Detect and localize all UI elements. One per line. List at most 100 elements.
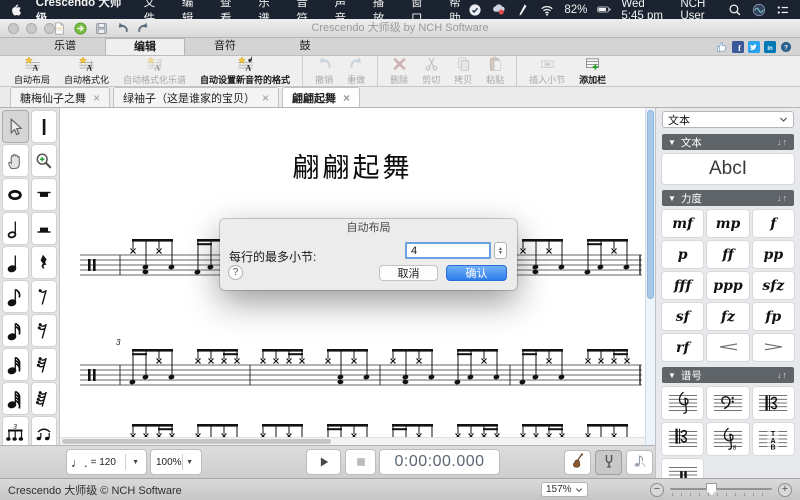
linkedin-icon[interactable]: in bbox=[764, 41, 776, 53]
toolbar-button-insert-measure[interactable]: 插入小节 bbox=[522, 56, 572, 86]
text-item-button[interactable]: AbcI bbox=[662, 154, 794, 184]
ribbon-tab-4[interactable]: 鼓 bbox=[265, 38, 345, 55]
dynamic-decrescendo-button[interactable]: > bbox=[753, 334, 794, 361]
status-pen-icon[interactable] bbox=[516, 3, 530, 17]
clef-bass-button[interactable] bbox=[707, 387, 748, 419]
tuning-button[interactable] bbox=[595, 450, 622, 475]
eighth-rest-tool[interactable] bbox=[31, 280, 58, 313]
like-icon[interactable] bbox=[716, 41, 728, 53]
zoom-in-button[interactable]: + bbox=[778, 483, 792, 497]
close-tab-icon[interactable]: × bbox=[343, 92, 350, 104]
thirtysecond-rest-tool[interactable] bbox=[31, 348, 58, 381]
dynamic-rf-button[interactable]: rf bbox=[662, 334, 703, 361]
dynamic-f-button[interactable]: f bbox=[753, 210, 794, 237]
half-rest-tool[interactable] bbox=[31, 212, 58, 245]
toolbar-button-auto-layout[interactable]: A自动布局 bbox=[7, 56, 57, 86]
select-tool[interactable] bbox=[2, 110, 29, 143]
section-move-arrows-icon[interactable]: ↓↑ bbox=[777, 137, 788, 147]
tempo-control[interactable]: ♩. = 120 ▼ bbox=[66, 449, 147, 475]
document-tab-1[interactable]: 糖梅仙子之舞× bbox=[10, 87, 110, 107]
facebook-icon[interactable]: f bbox=[732, 41, 744, 53]
zoom-slider[interactable] bbox=[670, 482, 772, 498]
ribbon-tab-3[interactable]: 音符 bbox=[185, 38, 265, 55]
twitter-icon[interactable] bbox=[748, 41, 760, 53]
eighth-note-tool[interactable] bbox=[2, 280, 29, 313]
toolbar-button-auto-format[interactable]: A自动格式化 bbox=[57, 56, 116, 86]
toolbar-button-redo[interactable]: 重做 bbox=[340, 56, 372, 86]
dialog-help-button[interactable]: ? bbox=[228, 265, 243, 280]
horizontal-scrollbar[interactable] bbox=[60, 437, 645, 445]
whole-note-tool[interactable] bbox=[2, 178, 29, 211]
value-stepper[interactable]: ▲ ▼ bbox=[494, 242, 507, 259]
clef-percussion-button[interactable] bbox=[662, 459, 703, 478]
dynamic-fz-button[interactable]: fz bbox=[707, 303, 748, 330]
new-document-icon[interactable] bbox=[52, 21, 67, 36]
sixteenth-rest-tool[interactable] bbox=[31, 314, 58, 347]
close-tab-icon[interactable]: × bbox=[262, 92, 269, 104]
confirm-button[interactable]: 确认 bbox=[446, 265, 507, 281]
close-tab-icon[interactable]: × bbox=[93, 92, 100, 104]
dynamic-ff-button[interactable]: ff bbox=[707, 241, 748, 268]
notification-center-icon[interactable] bbox=[776, 3, 790, 17]
vertical-scrollbar[interactable] bbox=[645, 108, 655, 445]
clef-tab-button[interactable]: TAB bbox=[753, 423, 794, 455]
save-document-icon[interactable] bbox=[94, 21, 109, 36]
minimize-window-button[interactable] bbox=[26, 23, 37, 34]
document-tab-3[interactable]: 翩翩起舞× bbox=[282, 87, 360, 107]
status-recording-icon[interactable] bbox=[492, 3, 506, 17]
ribbon-tab-2[interactable]: 编辑 bbox=[105, 38, 185, 55]
apple-menu-icon[interactable] bbox=[10, 2, 22, 17]
zoom-level-select[interactable]: 157% bbox=[541, 482, 588, 497]
battery-icon[interactable] bbox=[597, 3, 611, 17]
close-window-button[interactable] bbox=[8, 23, 19, 34]
horizontal-scrollbar-thumb[interactable] bbox=[62, 439, 331, 444]
playback-speed-control[interactable]: 100% ▼ bbox=[150, 449, 202, 475]
toolbar-button-auto-format-new-notes[interactable]: A自动设置新音符的格式 bbox=[193, 56, 297, 86]
dynamic-pp-button[interactable]: pp bbox=[753, 241, 794, 268]
palette-dropdown[interactable]: 文本 bbox=[662, 111, 794, 128]
toolbar-button-undo[interactable]: 撤销 bbox=[308, 56, 340, 86]
quarter-rest-tool[interactable] bbox=[31, 246, 58, 279]
dynamic-mf-button[interactable]: mf bbox=[662, 210, 703, 237]
status-check-circle-icon[interactable] bbox=[468, 3, 482, 17]
sixtyfourth-note-tool[interactable] bbox=[2, 382, 29, 415]
whole-rest-tool[interactable] bbox=[31, 178, 58, 211]
clef-tenor-button[interactable] bbox=[662, 423, 703, 455]
toolbar-button-add-bar[interactable]: 添加栏 bbox=[572, 56, 613, 86]
section-header-text[interactable]: ▼ 文本 ↓↑ bbox=[662, 134, 794, 150]
dynamic-sfz-button[interactable]: sfz bbox=[753, 272, 794, 299]
undo-quick-icon[interactable] bbox=[115, 21, 130, 36]
clef-treble-8va-button[interactable]: 8 bbox=[707, 423, 748, 455]
barline-tool[interactable] bbox=[31, 110, 58, 143]
toolbar-button-auto-format-score[interactable]: A自动格式化乐谱 bbox=[116, 56, 193, 86]
tempo-dropdown-arrow-icon[interactable]: ▼ bbox=[129, 459, 142, 466]
clef-alto-button[interactable] bbox=[753, 387, 794, 419]
section-move-arrows-icon[interactable]: ↓↑ bbox=[777, 370, 788, 380]
zoom-tool[interactable] bbox=[31, 144, 58, 177]
wifi-icon[interactable] bbox=[540, 3, 554, 17]
ribbon-tab-1[interactable]: 乐谱 bbox=[25, 38, 105, 55]
dynamic-mp-button[interactable]: mp bbox=[707, 210, 748, 237]
section-header-dynamics[interactable]: ▼ 力度 ↓↑ bbox=[662, 190, 794, 206]
sixteenth-note-tool[interactable] bbox=[2, 314, 29, 347]
toolbar-button-cut[interactable]: 剪切 bbox=[415, 56, 447, 86]
cancel-button[interactable]: 取消 bbox=[379, 265, 438, 281]
clef-treble-button[interactable] bbox=[662, 387, 703, 419]
pan-tool[interactable] bbox=[2, 144, 29, 177]
dynamic-fp-button[interactable]: fp bbox=[753, 303, 794, 330]
dynamic-p-button[interactable]: p bbox=[662, 241, 703, 268]
toolbar-button-delete[interactable]: 删除 bbox=[383, 56, 415, 86]
instrument-sound-button[interactable] bbox=[564, 450, 591, 475]
spotlight-search-icon[interactable] bbox=[728, 3, 742, 17]
document-tab-2[interactable]: 绿袖子（这是谁家的宝贝）× bbox=[113, 87, 279, 107]
toolbar-button-copy[interactable]: 拷贝 bbox=[447, 56, 479, 86]
play-button[interactable] bbox=[306, 449, 341, 475]
speed-dropdown-arrow-icon[interactable]: ▼ bbox=[183, 459, 196, 466]
siri-icon[interactable] bbox=[752, 3, 766, 17]
dynamic-fff-button[interactable]: fff bbox=[662, 272, 703, 299]
dynamic-sf-button[interactable]: sf bbox=[662, 303, 703, 330]
help-icon[interactable]: ? bbox=[780, 41, 792, 53]
sixtyfourth-rest-tool[interactable] bbox=[31, 382, 58, 415]
redo-quick-icon[interactable] bbox=[136, 21, 151, 36]
dynamic-crescendo-button[interactable]: < bbox=[707, 334, 748, 361]
